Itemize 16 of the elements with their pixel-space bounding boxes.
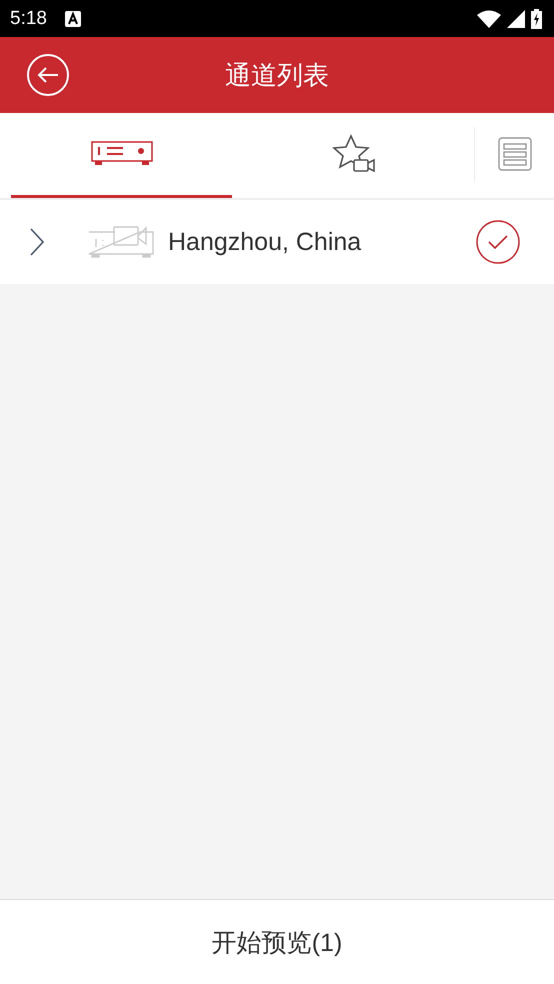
- list-icon: [498, 137, 532, 171]
- wifi-icon: [477, 10, 501, 28]
- notification-icon: [64, 10, 81, 26]
- signal-icon: [507, 10, 525, 28]
- page-title: 通道列表: [225, 58, 329, 92]
- start-preview-button[interactable]: 开始预览(1): [202, 920, 352, 964]
- camera-device-icon: [88, 226, 154, 258]
- channel-name: Hangzhou, China: [168, 228, 362, 256]
- check-icon[interactable]: [476, 220, 520, 264]
- chevron-icon[interactable]: [30, 228, 44, 256]
- channel-row[interactable]: Hangzhou, China: [0, 200, 554, 284]
- back-button[interactable]: [27, 54, 69, 96]
- star-camera-icon: [332, 134, 376, 174]
- recorder-icon: [90, 141, 152, 167]
- status-time: 5:18: [10, 8, 47, 30]
- battery-icon: [531, 8, 542, 28]
